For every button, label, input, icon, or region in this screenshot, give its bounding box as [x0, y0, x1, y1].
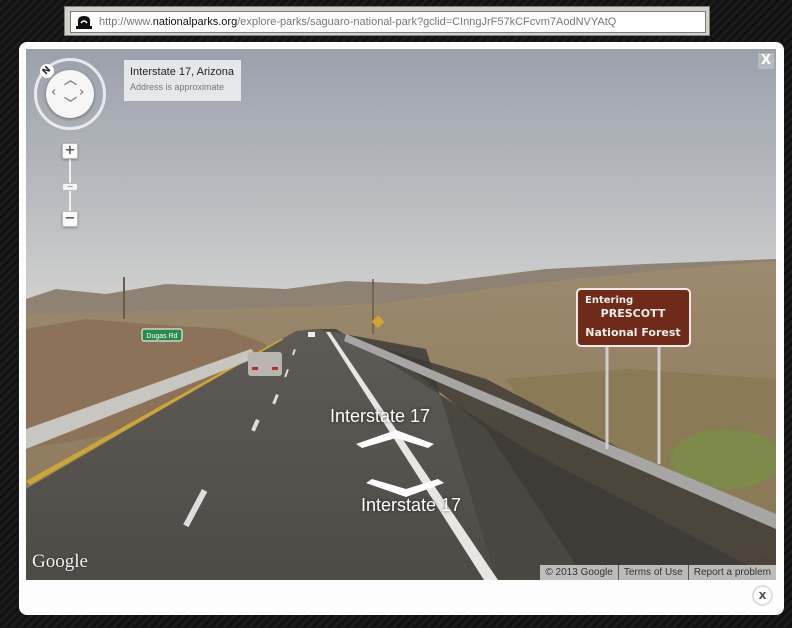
copyright-text: © 2013 Google: [540, 565, 618, 580]
url-prefix: http://www.: [99, 16, 153, 28]
address-bar[interactable]: http://www. nationalparks.org/explore-par…: [70, 11, 706, 33]
popup-close-button[interactable]: x: [752, 585, 773, 606]
forest-sign-line3: National Forest: [585, 326, 680, 339]
zoom-out-button[interactable]: −: [62, 211, 78, 227]
address-box: Interstate 17, Arizona Address is approx…: [124, 60, 241, 101]
compass-control[interactable]: N ︿ ‹ › ﹀: [34, 58, 106, 130]
pan-left-icon[interactable]: ‹: [51, 86, 56, 99]
url-domain: nationalparks.org: [152, 16, 238, 28]
address-line: Interstate 17, Arizona: [130, 66, 234, 78]
forest-sign-line2: PRESCOTT: [601, 307, 666, 320]
attribution-bar: © 2013 Google Terms of Use Report a prob…: [540, 565, 776, 580]
pan-right-icon[interactable]: ›: [79, 86, 84, 99]
nav-forward-arrow-icon[interactable]: [356, 430, 436, 452]
pan-knob[interactable]: ︿ ‹ › ﹀: [46, 70, 94, 118]
url-path: /explore-parks/saguaro-national-park?gcl…: [237, 16, 617, 28]
panorama-close-button[interactable]: X: [758, 53, 774, 69]
nav-forward-label[interactable]: Interstate 17: [330, 406, 430, 427]
zoom-slider-handle[interactable]: −: [62, 183, 78, 191]
terms-of-use-link[interactable]: Terms of Use: [617, 565, 688, 580]
distant-car: [308, 332, 315, 337]
zoom-in-button[interactable]: +: [62, 143, 78, 159]
lock-icon: [76, 16, 92, 29]
pan-down-icon[interactable]: ﹀: [64, 98, 77, 111]
street-view-panorama[interactable]: Dugas Rd Entering PRESCOTT National Fore…: [26, 49, 776, 580]
pan-up-icon[interactable]: ︿: [64, 74, 77, 87]
google-logo: Google: [32, 551, 88, 572]
zoom-control: + − −: [62, 143, 78, 227]
car: [248, 352, 282, 376]
address-note: Address is approximate: [130, 82, 225, 92]
nav-backward-label[interactable]: Interstate 17: [361, 495, 461, 516]
dugas-rd-sign-text: Dugas Rd: [146, 333, 177, 340]
report-problem-link[interactable]: Report a problem: [687, 565, 776, 580]
forest-sign-line1: Entering: [585, 295, 633, 306]
